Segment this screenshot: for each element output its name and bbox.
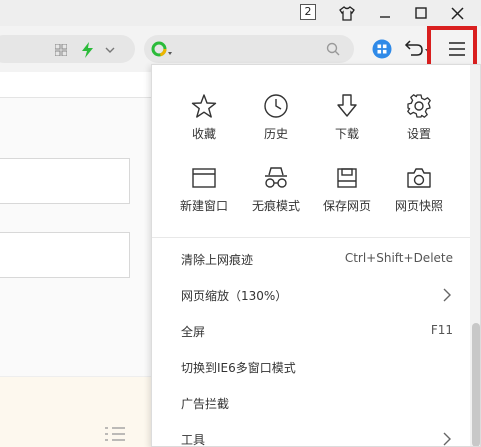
search-icon[interactable] <box>325 41 341 57</box>
scrollbar-thumb[interactable] <box>472 323 480 446</box>
menu-row-label: 网页缩放（130%） <box>181 289 288 303</box>
main-menu-dropdown: 收藏 历史 下载 设置 新建窗口 无痕模式 保存网页 网页快照 清除上网痕迹 C… <box>151 64 481 447</box>
tab-count-badge[interactable]: 2 <box>300 4 316 20</box>
maximize-icon[interactable] <box>406 0 436 26</box>
minimize-icon[interactable] <box>370 0 400 26</box>
menu-grid-label: 下载 <box>334 127 359 141</box>
extensions-icon[interactable] <box>371 38 393 60</box>
menu-row-label: 全屏 <box>181 325 206 339</box>
menu-row-shortcut: F11 <box>430 323 453 337</box>
page-footer-area <box>0 376 160 447</box>
grid-apps-icon[interactable] <box>54 43 68 57</box>
page-card[interactable] <box>0 158 130 204</box>
menu-grid-label: 保存网页 <box>322 199 371 213</box>
search-box[interactable] <box>144 35 354 63</box>
chevron-right-icon <box>443 431 453 446</box>
menu-grid-label: 网页快照 <box>394 199 443 213</box>
close-icon[interactable] <box>442 0 472 26</box>
menu-tools[interactable]: 工具 <box>152 421 470 447</box>
camera-icon <box>378 163 460 193</box>
menu-settings[interactable]: 设置 <box>378 91 460 153</box>
menu-row-shortcut: Ctrl+Shift+Delete <box>344 251 453 265</box>
page-card[interactable] <box>0 232 130 278</box>
menu-scrollbar[interactable] <box>470 65 480 446</box>
menu-snapshot[interactable]: 网页快照 <box>378 163 460 225</box>
chevron-down-icon[interactable] <box>103 43 117 57</box>
menu-grid-label: 新建窗口 <box>179 199 228 213</box>
menu-grid-label: 设置 <box>406 127 431 141</box>
menu-new-window[interactable]: 新建窗口 <box>163 163 245 225</box>
menu-downloads[interactable]: 下载 <box>306 91 388 153</box>
menu-save-page[interactable]: 保存网页 <box>306 163 388 225</box>
lightning-icon[interactable] <box>80 41 94 59</box>
skin-shirt-icon[interactable] <box>332 0 362 26</box>
download-arrow-icon <box>306 91 388 121</box>
title-bar: 2 <box>0 0 481 26</box>
clock-icon <box>235 91 317 121</box>
menu-row-label: 工具 <box>181 433 206 447</box>
gear-icon <box>378 91 460 121</box>
menu-divider <box>152 237 480 238</box>
new-window-icon <box>163 163 245 193</box>
menu-row-label: 清除上网痕迹 <box>181 253 254 267</box>
menu-favorites[interactable]: 收藏 <box>163 91 245 153</box>
incognito-icon <box>235 163 317 193</box>
list-icon[interactable] <box>103 424 127 446</box>
menu-fullscreen[interactable]: 全屏 F11 <box>152 313 470 349</box>
menu-row-label: 广告拦截 <box>181 397 230 411</box>
menu-ad-block[interactable]: 广告拦截 <box>152 385 470 421</box>
save-icon <box>306 163 388 193</box>
menu-grid-label: 收藏 <box>191 127 216 141</box>
star-icon <box>163 91 245 121</box>
page-header-strip <box>0 72 160 98</box>
chevron-right-icon <box>443 287 453 302</box>
menu-grid-label: 历史 <box>263 127 288 141</box>
menu-incognito[interactable]: 无痕模式 <box>235 163 317 225</box>
search-engine-icon[interactable] <box>151 40 173 58</box>
menu-row-label: 切换到IE6多窗口模式 <box>181 361 296 375</box>
menu-grid-label: 无痕模式 <box>251 199 300 213</box>
menu-page-zoom[interactable]: 网页缩放（130%） <box>152 277 470 313</box>
menu-ie6-mode[interactable]: 切换到IE6多窗口模式 <box>152 349 470 385</box>
menu-history[interactable]: 历史 <box>235 91 317 153</box>
menu-clear-traces[interactable]: 清除上网痕迹 Ctrl+Shift+Delete <box>152 241 470 277</box>
